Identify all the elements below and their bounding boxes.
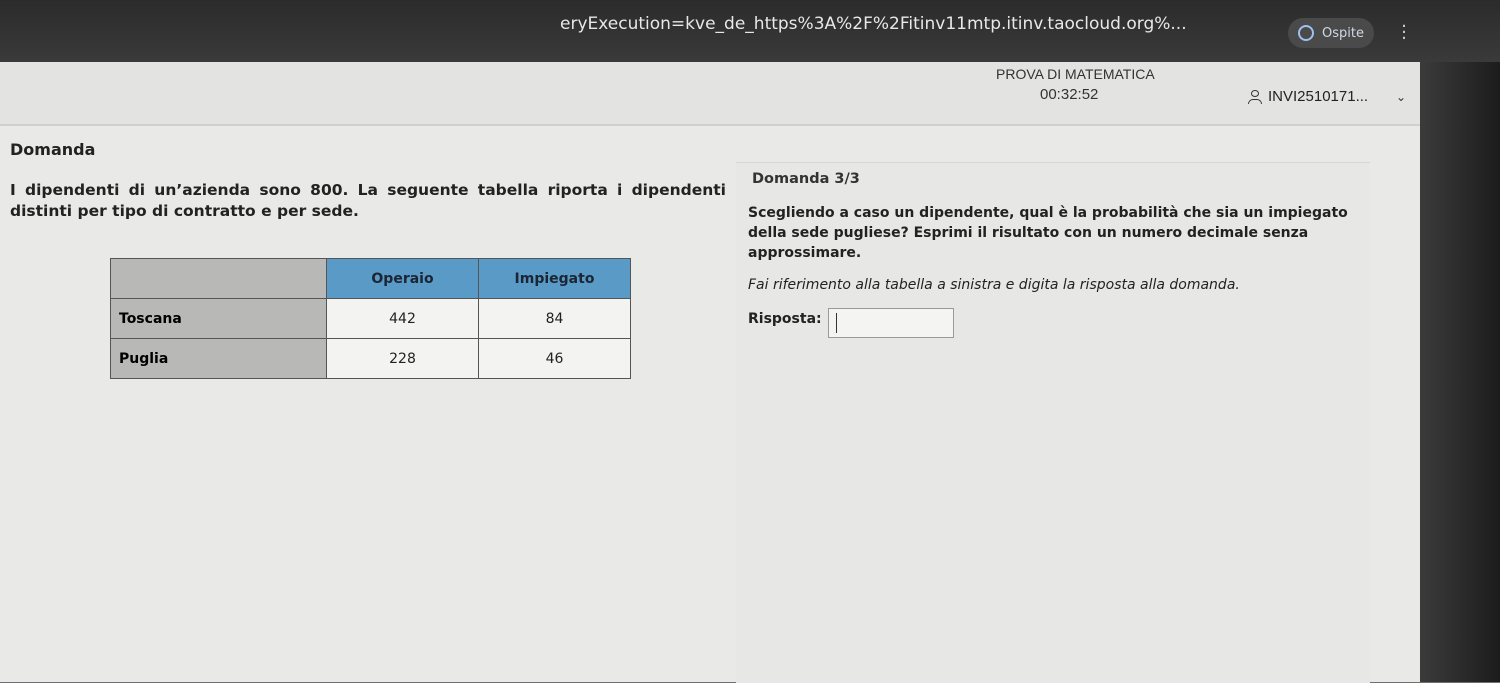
monitor-bezel	[1420, 62, 1500, 682]
table-cell: 46	[478, 338, 631, 379]
column-header-operaio: Operaio	[326, 258, 479, 299]
exam-timer: 00:32:52	[1040, 86, 1099, 103]
column-header-impiegato: Impiegato	[478, 258, 631, 299]
exam-title: PROVA DI MATEMATICA	[996, 66, 1155, 82]
question-text: Scegliendo a caso un dipendente, qual è …	[748, 205, 1348, 261]
browser-chrome: eryExecution=kve_de_https%3A%2F%2Fitinv1…	[0, 0, 1500, 62]
table-cell: 442	[326, 298, 479, 339]
table-corner-cell	[110, 258, 327, 299]
row-header-toscana: Toscana	[110, 298, 327, 339]
table-cell: 84	[478, 298, 631, 339]
profile-button[interactable]: Ospite	[1288, 18, 1374, 48]
data-table: Operaio Impiegato Toscana 442 84 Puglia …	[110, 258, 631, 379]
answer-input[interactable]	[828, 308, 954, 338]
table-header-row: Operaio Impiegato	[110, 258, 631, 299]
answer-label: Risposta:	[748, 311, 822, 327]
question-panel: Domanda 3/3 Scegliendo a caso un dipende…	[736, 162, 1370, 683]
user-circle-icon	[1298, 25, 1314, 41]
section-label: Domanda	[10, 140, 96, 159]
table-cell: 228	[326, 338, 479, 379]
user-menu[interactable]: INVI2510171...	[1248, 88, 1368, 105]
profile-label: Ospite	[1322, 25, 1364, 41]
user-icon	[1248, 89, 1262, 104]
question-number: Domanda 3/3	[752, 171, 860, 187]
table-row: Puglia 228 46	[110, 338, 631, 379]
question-stem: I dipendenti di un’azienda sono 800. La …	[10, 181, 726, 220]
question-hint: Fai riferimento alla tabella a sinistra …	[748, 277, 1240, 293]
test-page: PROVA DI MATEMATICA 00:32:52 INVI2510171…	[0, 62, 1420, 683]
exam-header: PROVA DI MATEMATICA 00:32:52 INVI2510171…	[0, 62, 1420, 126]
user-id: INVI2510171...	[1268, 88, 1369, 105]
text-caret	[836, 313, 837, 333]
kebab-menu-icon[interactable]: · · ·	[1398, 18, 1410, 48]
address-bar[interactable]: eryExecution=kve_de_https%3A%2F%2Fitinv1…	[560, 14, 1280, 34]
row-header-puglia: Puglia	[110, 338, 327, 379]
chevron-down-icon[interactable]: ⌄	[1396, 90, 1406, 104]
table-row: Toscana 442 84	[110, 298, 631, 339]
